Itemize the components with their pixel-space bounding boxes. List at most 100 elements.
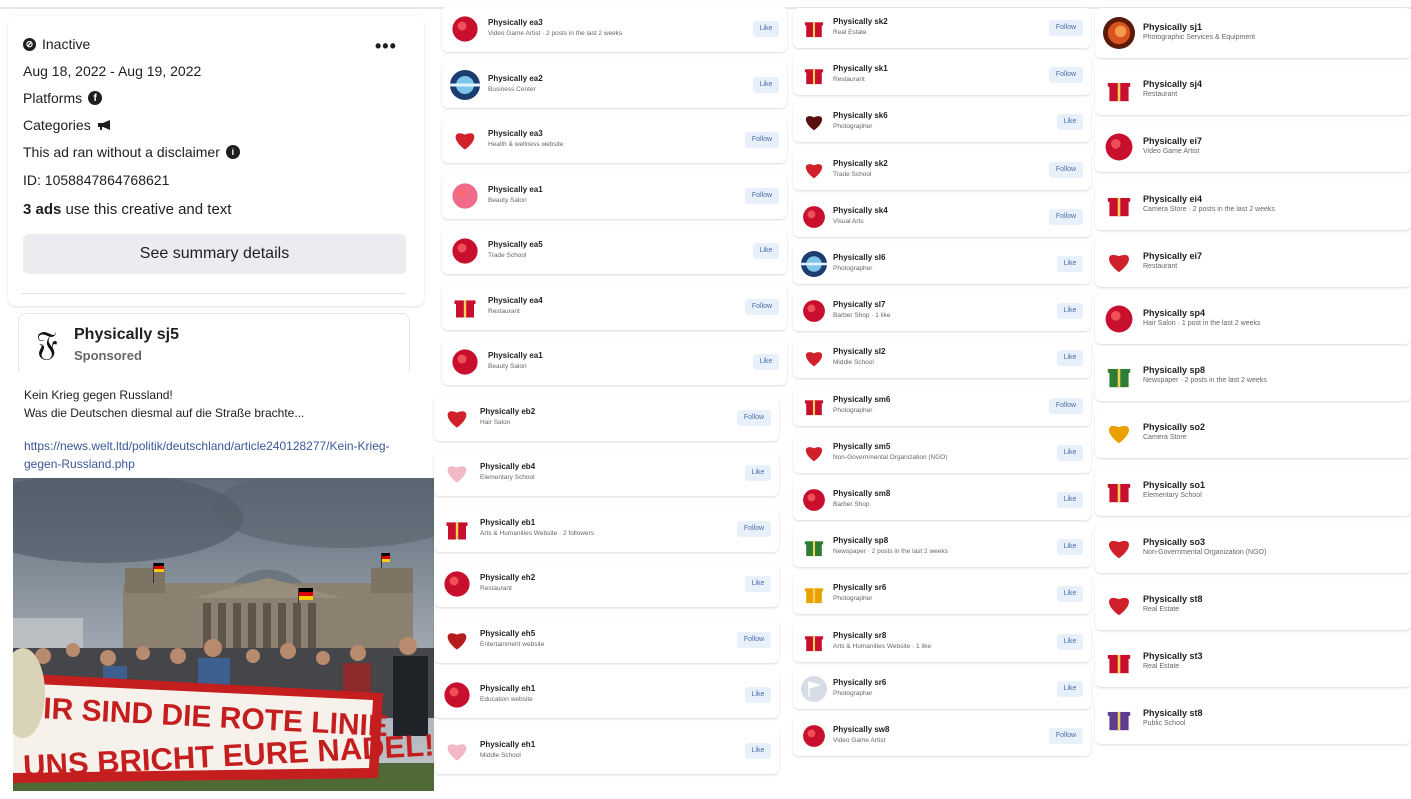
page-card[interactable]: Physically ei7 Restaurant <box>1095 237 1411 287</box>
info-icon[interactable]: i <box>225 145 240 159</box>
page-card[interactable]: Physically ei4 Camera Store · 2 posts in … <box>1095 180 1411 230</box>
like-button[interactable]: Like <box>753 77 779 93</box>
page-card-name[interactable]: Physically ei4 <box>1143 194 1202 204</box>
page-card[interactable]: Physically sk4 Visual Arts Follow <box>793 197 1091 237</box>
page-card-name[interactable]: Physically sp8 <box>1143 365 1205 375</box>
page-card-name[interactable]: Physically ea1 <box>488 185 543 194</box>
red-bouquet-icon[interactable] <box>442 680 472 710</box>
grey-flag-icon[interactable] <box>801 676 827 702</box>
page-card-name[interactable]: Physically sk2 <box>833 159 888 168</box>
page-card[interactable]: Physically ea3 Health & wellness website F… <box>442 117 787 163</box>
page-card-name[interactable]: Physically sm5 <box>833 442 890 451</box>
ad-link[interactable]: https://news.welt.ltd/politik/deutschlan… <box>24 437 404 473</box>
fire-heart-icon[interactable] <box>442 625 472 655</box>
gift-box-icon[interactable] <box>1103 74 1135 106</box>
page-card-name[interactable]: Physically sj4 <box>1143 79 1202 89</box>
page-card[interactable]: Physically sk1 Restaurant Follow <box>793 55 1091 95</box>
follow-button[interactable]: Follow <box>1049 728 1083 744</box>
page-card[interactable]: Physically eb4 Elementary School Like <box>434 450 779 496</box>
follow-button[interactable]: Follow <box>745 132 779 148</box>
page-card[interactable]: Physically st3 Real Estate <box>1095 637 1411 687</box>
page-card-name[interactable]: Physically sp8 <box>833 536 888 545</box>
gold-hearts-icon[interactable] <box>1103 417 1135 449</box>
follow-button[interactable]: Follow <box>1049 209 1083 225</box>
red-box-icon[interactable] <box>801 393 827 419</box>
pink-hearts-icon[interactable] <box>442 458 472 488</box>
follow-button[interactable]: Follow <box>737 410 771 426</box>
page-card[interactable]: Physically so1 Elementary School <box>1095 466 1411 516</box>
page-card-name[interactable]: Physically so1 <box>1143 480 1205 490</box>
page-card[interactable]: Physically ea1 Beauty Salon Follow <box>442 173 787 219</box>
page-card-name[interactable]: Physically sp4 <box>1143 308 1205 318</box>
page-card[interactable]: Physically sl6 Photographer Like <box>793 244 1091 284</box>
like-button[interactable]: Like <box>1057 445 1083 461</box>
follow-button[interactable]: Follow <box>745 299 779 315</box>
gift-box-icon[interactable] <box>801 15 827 41</box>
page-card-name[interactable]: Physically sl7 <box>833 300 885 309</box>
page-card[interactable]: Physically sm6 Photographer Follow <box>793 386 1091 426</box>
like-button[interactable]: Like <box>745 465 771 481</box>
page-card[interactable]: Physically ea2 Business Center Like <box>442 62 787 108</box>
orange-swirl-icon[interactable] <box>1103 17 1135 49</box>
gift-box-icon[interactable] <box>450 292 480 322</box>
page-card[interactable]: Physically sj1 Photographic Services & Eq… <box>1095 8 1411 58</box>
like-button[interactable]: Like <box>745 687 771 703</box>
like-button[interactable]: Like <box>1057 303 1083 319</box>
page-card-name[interactable]: Physically so2 <box>1143 422 1205 432</box>
page-card[interactable]: Physically so2 Camera Store <box>1095 408 1411 458</box>
page-card-name[interactable]: Physically sk4 <box>833 206 888 215</box>
ad-link-line1[interactable]: https://news.welt.ltd/politik/deutschlan… <box>24 437 404 455</box>
page-card[interactable]: Physically sk2 Real Estate Follow <box>793 8 1091 48</box>
like-button[interactable]: Like <box>753 243 779 259</box>
gift-box-icon[interactable] <box>1103 646 1135 678</box>
page-card[interactable]: Physically eh2 Restaurant Like <box>434 561 779 607</box>
red-heart-icon[interactable] <box>1103 246 1135 278</box>
follow-button[interactable]: Follow <box>737 632 771 648</box>
like-button[interactable]: Like <box>745 576 771 592</box>
page-card-name[interactable]: Physically ea4 <box>488 296 543 305</box>
red-heart-icon[interactable] <box>1103 589 1135 621</box>
page-card-name[interactable]: Physically ea1 <box>488 351 543 360</box>
like-button[interactable]: Like <box>1057 634 1083 650</box>
page-card-name[interactable]: Physically st8 <box>1143 594 1203 604</box>
pink-heart-icon[interactable] <box>442 736 472 766</box>
page-card[interactable]: Physically ea1 Beauty Salon Like <box>442 339 787 385</box>
page-card-name[interactable]: Physically sm6 <box>833 395 890 404</box>
page-card[interactable]: Physically st8 Public School <box>1095 694 1411 744</box>
page-card[interactable]: Physically sk6 Photographer Like <box>793 102 1091 142</box>
page-card[interactable]: Physically sr6 Photographer Like <box>793 574 1091 614</box>
like-button[interactable]: Like <box>1057 256 1083 272</box>
like-button[interactable]: Like <box>1057 492 1083 508</box>
page-card-name[interactable]: Physically eb1 <box>480 518 535 527</box>
page-card[interactable]: Physically eb2 Hair Salon Follow <box>434 395 779 441</box>
page-card-name[interactable]: Physically sl2 <box>833 347 885 356</box>
red-heart-icon[interactable] <box>801 345 827 371</box>
gift-box-icon[interactable] <box>442 514 472 544</box>
red-rose-icon[interactable] <box>801 204 827 230</box>
page-card-name[interactable]: Physically so3 <box>1143 537 1205 547</box>
green-gift-icon[interactable] <box>801 534 827 560</box>
like-button[interactable]: Like <box>1057 681 1083 697</box>
red-sphere-icon[interactable] <box>1103 303 1135 335</box>
like-button[interactable]: Like <box>1057 114 1083 130</box>
follow-button[interactable]: Follow <box>737 521 771 537</box>
page-card[interactable]: Physically sr6 Photographer Like <box>793 669 1091 709</box>
page-card-name[interactable]: Physically sw8 <box>833 725 889 734</box>
like-button[interactable]: Like <box>1057 586 1083 602</box>
page-card-name[interactable]: Physically sr8 <box>833 631 886 640</box>
page-card-name[interactable]: Physically eh1 <box>480 684 535 693</box>
page-card[interactable]: Physically ea5 Trade School Like <box>442 228 787 274</box>
page-card[interactable]: Physically sm8 Barber Shop Like <box>793 480 1091 520</box>
page-card[interactable]: Physically sk2 Trade School Follow <box>793 150 1091 190</box>
see-summary-button[interactable]: See summary details <box>23 234 406 274</box>
rose-icon[interactable] <box>450 347 480 377</box>
ad-photo-reichstag-protest[interactable]: IR SIND DIE ROTE LINIE UNS BRICHT EURE N… <box>13 478 434 791</box>
page-card[interactable]: Physically eb1 Arts & Humanities Website … <box>434 506 779 552</box>
page-card-name[interactable]: Physically eh2 <box>480 573 535 582</box>
like-button[interactable]: Like <box>1057 539 1083 555</box>
purple-gift-icon[interactable] <box>1103 703 1135 735</box>
more-options-button[interactable]: ••• <box>375 36 397 57</box>
ad-link-line2[interactable]: gegen-Russland.php <box>24 455 404 473</box>
page-card-name[interactable]: Physically eh1 <box>480 740 535 749</box>
page-card-name[interactable]: Physically ei7 <box>1143 136 1202 146</box>
